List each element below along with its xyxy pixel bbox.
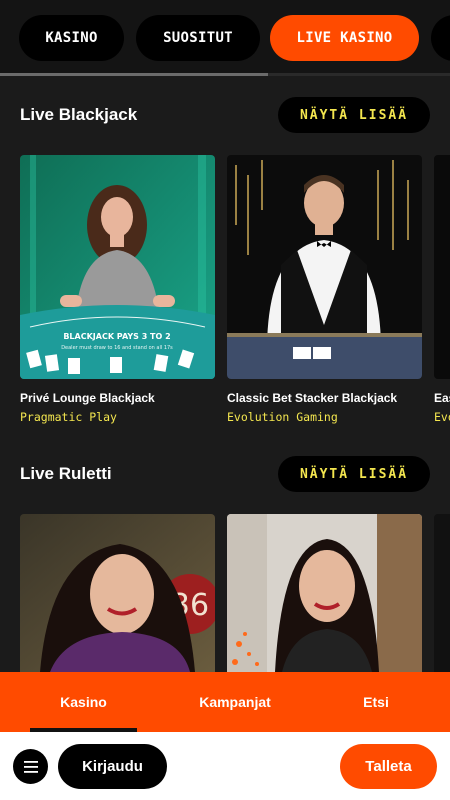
game-thumbnail xyxy=(434,155,450,379)
game-provider: Pragmatic Play xyxy=(20,410,117,424)
nav-kampanjat[interactable]: Kampanjat xyxy=(180,672,290,732)
show-more-blackjack-button[interactable]: NÄYTÄ LISÄÄ xyxy=(278,97,430,133)
nav-etsi[interactable]: Etsi xyxy=(330,672,422,732)
hamburger-menu-icon xyxy=(23,760,38,773)
show-more-roulette-button[interactable]: NÄYTÄ LISÄÄ xyxy=(278,456,430,492)
game-title[interactable]: Eas xyxy=(434,391,450,405)
game-card-roulette-2[interactable] xyxy=(227,514,422,672)
table-text: BLACKJACK PAYS 3 TO 2 xyxy=(63,332,170,341)
tab-more[interactable] xyxy=(431,15,450,61)
game-thumbnail xyxy=(227,155,422,379)
tab-suositut[interactable]: SUOSITUT xyxy=(136,15,260,61)
game-card-classic-bet-stacker-blackjack[interactable] xyxy=(227,155,422,379)
game-title[interactable]: Privé Lounge Blackjack xyxy=(20,391,215,405)
game-card-prive-lounge-blackjack[interactable]: BLACKJACK PAYS 3 TO 2 Dealer must draw t… xyxy=(20,155,215,379)
section-title-live-blackjack: Live Blackjack xyxy=(20,105,138,124)
tab-live-kasino[interactable]: LIVE KASINO xyxy=(270,15,419,61)
menu-button[interactable] xyxy=(13,749,48,784)
game-card-roulette-partial[interactable] xyxy=(434,514,450,672)
game-thumbnail xyxy=(227,514,422,672)
game-thumbnail xyxy=(434,514,450,672)
section-title-live-ruletti: Live Ruletti xyxy=(20,464,112,483)
nav-kasino[interactable]: Kasino xyxy=(30,672,137,732)
table-subtext: Dealer must draw to 16 and stand on all … xyxy=(61,345,173,351)
game-card-partial[interactable] xyxy=(434,155,450,379)
game-thumbnail: 36 xyxy=(20,514,215,672)
login-button[interactable]: Kirjaudu xyxy=(58,744,167,789)
game-provider: Evolution Gaming xyxy=(227,410,338,424)
game-thumbnail: BLACKJACK PAYS 3 TO 2 Dealer must draw t… xyxy=(20,155,215,379)
category-tabs: KASINO SUOSITUT LIVE KASINO xyxy=(0,0,450,76)
tab-kasino[interactable]: KASINO xyxy=(19,15,124,61)
game-provider: Evo xyxy=(434,410,450,424)
game-title[interactable]: Classic Bet Stacker Blackjack xyxy=(227,391,422,405)
deposit-button[interactable]: Talleta xyxy=(340,744,437,789)
tabs-scrollbar-thumb[interactable] xyxy=(0,73,268,76)
bottom-navigation: Kasino Kampanjat Etsi xyxy=(0,672,450,732)
game-card-roulette-1[interactable]: 36 xyxy=(20,514,215,672)
